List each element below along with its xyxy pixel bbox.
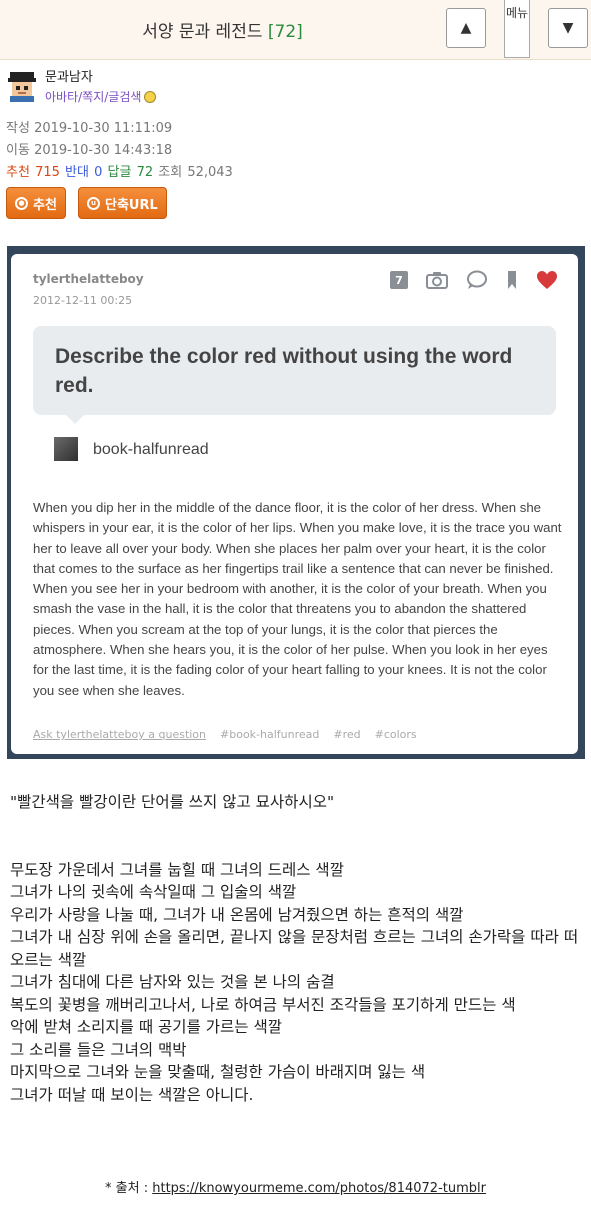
source-credit: * 출처 : https://knowyourmeme.com/photos/8…: [0, 1177, 591, 1196]
recommend-label: 추천: [6, 165, 30, 180]
views-label: 조회: [158, 165, 183, 180]
recommend-button-label: 추천: [33, 197, 57, 213]
views-count: 52,043: [187, 165, 233, 180]
post-body: "빨간색을 빨강이란 단어를 쓰지 않고 묘사하시오" 무도장 가운데서 그녀를…: [10, 791, 585, 1106]
body-line: 악에 받쳐 소리지를 때 공기를 가르는 색깔: [10, 1018, 282, 1036]
page-title: 서양 문과 레전드 [72]: [0, 17, 445, 42]
replies-label: 답글: [107, 165, 132, 180]
tumblr-date: 2012-12-11 00:25: [33, 294, 133, 307]
asker-name: book-halfunread: [93, 441, 209, 458]
author-name[interactable]: 문과남자: [45, 66, 93, 85]
tumblr-question: Describe the color red without using the…: [33, 326, 556, 415]
author-avatar[interactable]: [6, 70, 38, 102]
bookmark-icon: [506, 270, 518, 290]
camera-icon: [426, 271, 448, 289]
body-line: 그녀가 침대에 다른 남자와 있는 것을 본 나의 숨결: [10, 973, 335, 991]
asker-avatar: [54, 437, 78, 461]
ask-question-link: Ask tylerthelatteboy a question: [33, 728, 207, 741]
top-bar: 서양 문과 레전드 [72] ▲ 메뉴 ▼: [0, 0, 591, 60]
short-url-button[interactable]: u 단축URL: [78, 187, 167, 219]
written-date: 작성 2019-10-30 11:11:09: [6, 117, 172, 136]
note-count-badge: 7: [390, 271, 408, 289]
author-links[interactable]: 아바타/쪽지/글검색: [45, 88, 157, 105]
scroll-down-button[interactable]: ▼: [548, 8, 588, 48]
recommend-count: 715: [35, 165, 60, 180]
short-url-button-label: 단축URL: [105, 197, 158, 213]
author-links-text[interactable]: 아바타/쪽지/글검색: [45, 90, 141, 104]
written-label: 작성: [6, 121, 30, 136]
tag-book-halfunread: #book-halfunread: [220, 728, 320, 741]
post-stats: 추천 715 반대 0 답글 72 조회 52,043: [6, 161, 234, 180]
recommend-icon: ●: [15, 196, 28, 210]
tumblr-action-icons: 7: [390, 270, 558, 290]
menu-button[interactable]: 메뉴: [504, 0, 530, 58]
body-line: 그녀가 떠날 때 보이는 색깔은 아니다.: [10, 1085, 254, 1104]
body-line: 무도장 가운데서 그녀를 눕힐 때 그녀의 드레스 색깔: [10, 860, 344, 879]
smile-icon: [144, 91, 157, 103]
moved-value: 2019-10-30 14:43:18: [34, 143, 173, 158]
body-headline: "빨간색을 빨강이란 단어를 쓰지 않고 묘사하시오": [10, 793, 335, 811]
body-line: 복도의 꽃병을 깨버리고나서, 나로 하여금 부서진 조각들을 포기하게 만드는…: [10, 995, 516, 1014]
tumblr-username: tylerthelatteboy: [33, 272, 144, 286]
tag-red: #red: [333, 728, 361, 741]
tag-colors: #colors: [374, 728, 417, 741]
link-icon: u: [87, 196, 100, 210]
body-line: 우리가 사랑을 나눌 때, 그녀가 내 온몸에 남겨줬으면 하는 흔적의 색깔: [10, 905, 464, 924]
replies-count: 72: [136, 165, 154, 180]
heart-icon: [536, 270, 558, 290]
scroll-up-button[interactable]: ▲: [446, 8, 486, 48]
source-label: * 출처 :: [105, 1181, 153, 1196]
moved-date: 이동 2019-10-30 14:43:18: [6, 139, 172, 158]
source-link[interactable]: https://knowyourmeme.com/photos/814072-t…: [152, 1181, 486, 1196]
triangle-down-icon: ▼: [562, 20, 574, 36]
tumblr-post-card: tylerthelatteboy 2012-12-11 00:25 7 Desc…: [11, 254, 578, 754]
body-line: 마지막으로 그녀와 눈을 맞출때, 철렁한 가슴이 바래지며 잃는 색: [10, 1063, 426, 1081]
triangle-up-icon: ▲: [460, 20, 472, 36]
oppose-label: 반대: [65, 165, 89, 180]
tumblr-answer: When you dip her in the middle of the da…: [33, 500, 562, 698]
oppose-count: 0: [94, 165, 103, 180]
speech-bubble-icon: [466, 270, 488, 290]
body-line: 그녀가 나의 귓속에 속삭일때 그 입술의 색깔: [10, 883, 297, 901]
body-line: 그녀가 내 심장 위에 손을 올리면, 끝나지 않을 문장처럼 흐르는 그녀의 …: [10, 928, 579, 969]
moved-label: 이동: [6, 143, 30, 158]
recommend-button[interactable]: ● 추천: [6, 187, 66, 219]
written-value: 2019-10-30 11:11:09: [34, 121, 173, 136]
tumblr-footer: Ask tylerthelatteboy a question #book-ha…: [33, 728, 417, 741]
reply-count[interactable]: [72]: [268, 22, 303, 42]
tumblr-screenshot: tylerthelatteboy 2012-12-11 00:25 7 Desc…: [7, 246, 585, 759]
question-bubble-tail: [66, 415, 84, 424]
body-line: 그 소리를 들은 그녀의 맥박: [10, 1040, 187, 1059]
title-text: 서양 문과 레전드: [142, 22, 263, 42]
